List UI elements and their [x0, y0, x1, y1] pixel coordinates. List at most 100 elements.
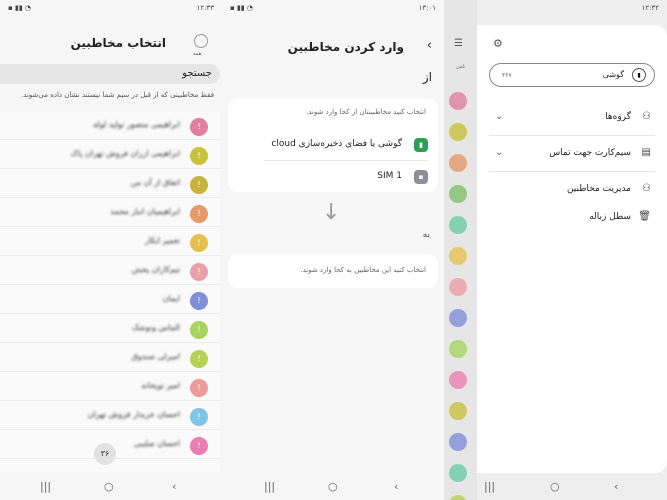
status-icons: ▪ ▮▮ ◔ [230, 4, 254, 12]
background-contact-strip: ☰ تلفن [444, 0, 477, 500]
avatar [449, 278, 467, 296]
select-all-label: همه [193, 51, 202, 57]
menu-icon[interactable]: ☰ [454, 38, 463, 49]
menu-label: سطل زباله [589, 212, 631, 222]
to-label: به [422, 230, 430, 240]
status-bar: ▪ ▮▮ ◔ ۱۲:۳۳ [0, 0, 222, 18]
status-icons: ▪ ▮▮ ◔ [8, 4, 32, 12]
page-title: انتخاب مخاطبین [70, 36, 166, 50]
scroll-index-button[interactable]: ۳۶ [94, 443, 116, 465]
contact-name: ابراهیمی منصور تولید لوله [93, 120, 180, 129]
back-button[interactable]: ‹ [614, 480, 618, 493]
status-clock: ۱۳:۰۱ [418, 4, 436, 12]
contact-name: امیر توپخانه [141, 381, 180, 390]
status-bar: ▪ ▮▮ ◔ ۱۲:۳۲ [444, 0, 667, 18]
recents-button[interactable]: ||| [40, 480, 51, 493]
menu-label: گروه‌ها [605, 112, 631, 122]
menu-trash[interactable]: 🗑 سطل زباله [489, 207, 655, 231]
avatar: ! [190, 118, 208, 136]
groups-icon: ⚇ [642, 111, 651, 122]
avatar [449, 433, 467, 451]
contact-name: امیرلی صندوق [131, 352, 180, 361]
avatar [449, 92, 467, 110]
info-note: فقط مخاطبینی که از قبل در سیم شما نیستند… [21, 91, 214, 99]
menu-manage-contacts[interactable]: ⚇ مدیریت مخاطبین [489, 179, 655, 203]
avatar: ! [190, 234, 208, 252]
recents-button[interactable]: ||| [484, 480, 495, 493]
avatar: ! [190, 379, 208, 397]
contact-row[interactable]: ! اتفاق از آن من [0, 170, 220, 198]
back-button[interactable]: ‹ [172, 480, 176, 493]
avatar: ! [190, 408, 208, 426]
option-sim1[interactable]: ▪ SIM 1 [236, 168, 428, 188]
option-label: گوشی یا فضای ذخیره‌سازی cloud [271, 139, 402, 149]
contacts-drawer-screen: ▪ ▮▮ ◔ ۱۲:۳۲ ☰ تلفن ⚙ ▮ گوشی ۴۶۷ ⚇ گروه‌… [444, 0, 667, 500]
contact-row[interactable]: ! الماس ونوشک [0, 315, 220, 343]
contact-row[interactable]: ! ابراهیمی منصور تولید لوله [0, 112, 220, 140]
divider [489, 135, 655, 136]
select-all-checkbox[interactable] [194, 34, 208, 48]
avatar: ! [190, 350, 208, 368]
nav-bar: ||| ○ ‹ [0, 474, 222, 500]
contact-row[interactable]: ! تیم‌کاران پخش [0, 257, 220, 285]
avatar [449, 216, 467, 234]
from-hint: انتخاب کنید مخاطبینتان از کجا وارد شوند. [306, 108, 426, 116]
back-arrow-icon[interactable]: ‹ [427, 38, 432, 53]
chevron-down-icon: ⌄ [495, 147, 504, 158]
source-card: انتخاب کنید مخاطبینتان از کجا وارد شوند.… [228, 98, 438, 192]
destination-card[interactable]: انتخاب کنید این مخاطبین به کجا وارد شوند… [228, 254, 438, 288]
contact-name: احسان خریدار فروش تهران [87, 410, 180, 419]
option-label: SIM 1 [377, 171, 402, 181]
navigation-drawer: ⚙ ▮ گوشی ۴۶۷ ⚇ گروه‌ها ⌄ ▤ سیم‌کارت جهت … [477, 25, 667, 473]
home-button[interactable]: ○ [550, 480, 560, 493]
status-clock: ۱۲:۳۲ [641, 4, 659, 12]
menu-sim-for-calls[interactable]: ▤ سیم‌کارت جهت تماس ⌄ [489, 143, 655, 167]
phone-icon: ▮ [632, 68, 646, 82]
contact-row[interactable]: ! ابراهیمی ارزان فروش تهران پاک [0, 141, 220, 169]
contact-row[interactable]: ! ابراهیمیان انبار محمد [0, 199, 220, 227]
contact-name: تعمیر ایکار [144, 236, 180, 245]
from-label: از [422, 70, 432, 84]
contact-list: ! ابراهیمی منصور تولید لوله ! ابراهیمی ارزا… [0, 112, 220, 472]
recents-button[interactable]: ||| [264, 480, 275, 493]
home-button[interactable]: ○ [328, 480, 338, 493]
contact-row[interactable]: ! امیرلی صندوق [0, 344, 220, 372]
contact-name: ایمان [162, 294, 180, 303]
home-button[interactable]: ○ [104, 480, 114, 493]
contact-name: احسان صلیبی [133, 439, 180, 448]
chevron-down-icon: ⌄ [495, 111, 504, 122]
nav-bar: ||| ○ ‹ [444, 474, 667, 500]
gear-icon[interactable]: ⚙ [493, 37, 503, 50]
phone-icon: ▮ [414, 138, 428, 152]
contact-name: الماس ونوشک [131, 323, 180, 332]
select-contacts-screen: ▪ ▮▮ ◔ ۱۲:۳۳ همه انتخاب مخاطبین جستجو فق… [0, 0, 222, 500]
avatar: ! [190, 292, 208, 310]
trash-icon: 🗑 [638, 211, 651, 222]
menu-label: سیم‌کارت جهت تماس [549, 148, 631, 158]
avatar: ! [190, 263, 208, 281]
contact-row[interactable]: ! ایمان [0, 286, 220, 314]
account-phone[interactable]: ▮ گوشی ۴۶۷ [489, 63, 655, 87]
back-button[interactable]: ‹ [394, 480, 398, 493]
contact-name: تیم‌کاران پخش [131, 265, 180, 274]
avatar [449, 154, 467, 172]
contact-row[interactable]: ! امیر توپخانه [0, 373, 220, 401]
avatar: ! [190, 437, 208, 455]
status-bar: ▪ ▮▮ ◔ ۱۳:۰۱ [222, 0, 444, 18]
account-name: گوشی [602, 70, 624, 79]
menu-groups[interactable]: ⚇ گروه‌ها ⌄ [489, 107, 655, 131]
contact-row[interactable]: ! تعمیر ایکار [0, 228, 220, 256]
page-title: وارد کردن مخاطبین [287, 40, 404, 54]
option-phone-cloud[interactable]: ▮ گوشی یا فضای ذخیره‌سازی cloud [236, 136, 428, 156]
search-input[interactable]: جستجو [0, 64, 220, 84]
sim-icon: ▤ [641, 147, 651, 158]
avatar [449, 402, 467, 420]
avatar [449, 247, 467, 265]
avatar: ! [190, 321, 208, 339]
avatar: ! [190, 205, 208, 223]
strip-label: تلفن [456, 64, 466, 70]
to-hint: انتخاب کنید این مخاطبین به کجا وارد شوند… [300, 266, 426, 274]
contact-row[interactable]: ! احسان خریدار فروش تهران [0, 402, 220, 430]
avatar: ! [190, 147, 208, 165]
avatar [449, 340, 467, 358]
